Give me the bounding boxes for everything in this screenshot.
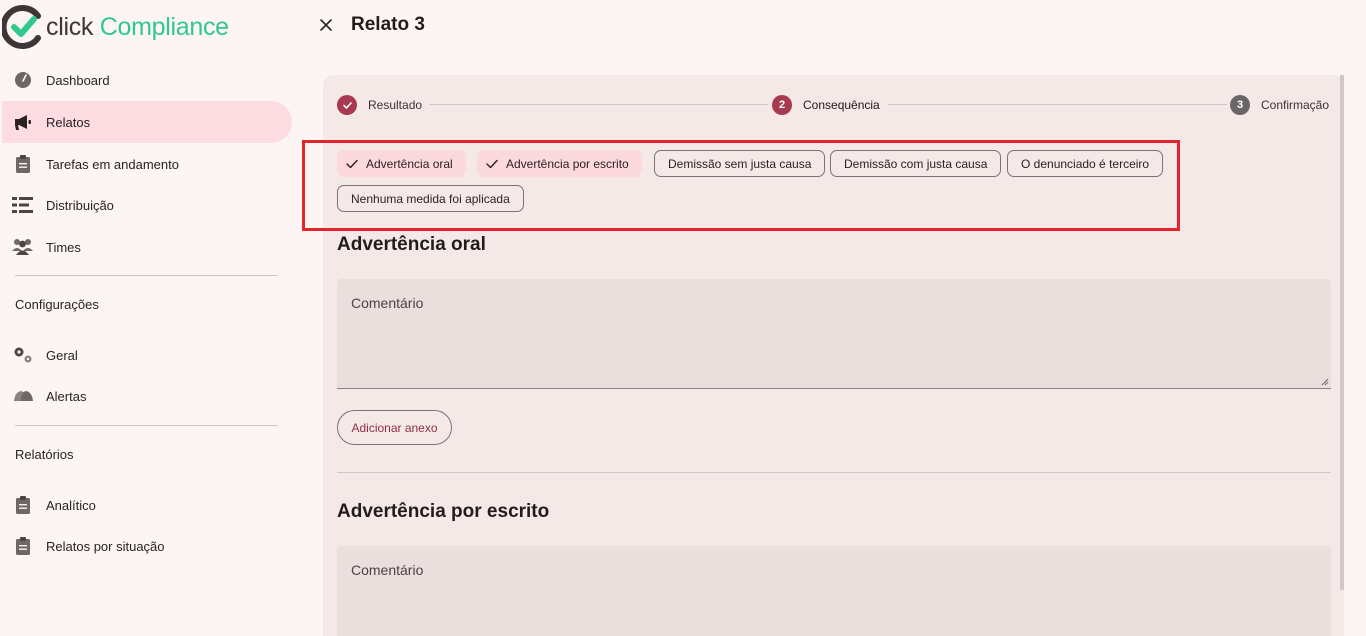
sidebar-item-times[interactable]: Times — [2, 226, 292, 268]
sidebar-item-geral[interactable]: Geral — [2, 334, 292, 376]
chip-demissao-sem-justa-causa[interactable]: Demissão sem justa causa — [654, 150, 826, 177]
check-icon — [346, 159, 358, 168]
step-consequencia[interactable]: 2 Consequência — [772, 94, 880, 116]
logo-text-click: click — [46, 12, 94, 41]
sidebar-item-label: Times — [46, 239, 81, 255]
resize-grip-icon[interactable] — [1321, 378, 1329, 386]
chip-label: Demissão com justa causa — [844, 156, 988, 171]
sidebar-item-relatos-por-situacao[interactable]: Relatos por situação — [2, 525, 292, 567]
step-label: Confirmação — [1261, 98, 1330, 112]
sidebar-item-label: Relatos — [46, 114, 91, 130]
logo-wordmark: click Compliance — [46, 13, 229, 42]
comment-textarea[interactable] — [337, 546, 1331, 636]
logo-mark-icon — [2, 5, 41, 49]
logo-text-compliance: Compliance — [99, 12, 229, 41]
clipboard-icon — [12, 154, 34, 174]
sidebar-item-label: Geral — [46, 347, 78, 363]
megaphone-icon — [12, 112, 34, 132]
step-done-check-icon — [337, 95, 357, 115]
chip-label: Demissão sem justa causa — [668, 156, 812, 171]
clipboard-icon — [12, 495, 34, 515]
chip-label: Advertência oral — [366, 156, 453, 171]
section-divider — [337, 472, 1331, 473]
step-label: Resultado — [368, 98, 423, 112]
bells-icon — [12, 386, 34, 406]
sidebar-item-label: Alertas — [46, 388, 87, 404]
chip-advertencia-oral[interactable]: Advertência oral — [337, 150, 466, 177]
chip-label: Nenhuma medida foi aplicada — [351, 191, 510, 206]
comment-textarea[interactable] — [337, 279, 1331, 388]
gears-icon — [12, 345, 34, 365]
sidebar-item-analitico[interactable]: Analítico — [2, 484, 292, 526]
sidebar-item-distribuicao[interactable]: Distribuição — [2, 184, 292, 226]
check-icon — [486, 159, 498, 168]
sidebar-item-alertas[interactable]: Alertas — [2, 375, 292, 417]
sidebar-item-relatos[interactable]: Relatos — [2, 101, 292, 143]
close-button[interactable] — [316, 15, 336, 35]
step-label: Consequência — [803, 98, 880, 112]
step-number: 3 — [1230, 95, 1250, 115]
people-icon — [12, 237, 34, 257]
step-number: 2 — [772, 95, 792, 115]
chip-denunciado-terceiro[interactable]: O denunciado é terceiro — [1007, 150, 1164, 177]
clipboard-icon — [12, 536, 34, 556]
stepper-connector — [429, 104, 768, 105]
sidebar-item-label: Distribuição — [46, 197, 114, 213]
stepper-connector — [888, 104, 1227, 105]
chip-advertencia-por-escrito[interactable]: Advertência por escrito — [477, 150, 642, 177]
step-resultado[interactable]: Resultado — [337, 94, 422, 116]
sidebar-divider — [15, 425, 278, 426]
section-title-advertencia-por-escrito: Advertência por escrito — [337, 501, 550, 522]
sidebar-item-label: Analítico — [46, 497, 96, 513]
close-icon — [320, 19, 332, 31]
chip-label: O denunciado é terceiro — [1021, 156, 1150, 171]
comment-field[interactable] — [337, 546, 1331, 636]
add-attachment-button[interactable]: Adicionar anexo — [337, 410, 452, 445]
stepper: Resultado 2 Consequência 3 Confirmação — [337, 94, 1331, 118]
sidebar-item-tarefas[interactable]: Tarefas em andamento — [2, 143, 292, 185]
dashboard-gauge-icon — [12, 70, 34, 90]
sidebar-item-dashboard[interactable]: Dashboard — [2, 59, 292, 101]
page-title: Relato 3 — [351, 14, 425, 35]
chip-demissao-com-justa-causa[interactable]: Demissão com justa causa — [830, 150, 1002, 177]
comment-field[interactable] — [337, 279, 1331, 389]
chip-label: Advertência por escrito — [506, 156, 629, 171]
sidebar-item-label: Dashboard — [46, 72, 110, 88]
step-confirmacao[interactable]: 3 Confirmação — [1230, 94, 1329, 116]
sidebar-section-configuracoes: Configurações — [15, 297, 99, 312]
chip-nenhuma-medida[interactable]: Nenhuma medida foi aplicada — [337, 185, 524, 212]
sidebar: click Compliance Dashboard Relatos Taref… — [0, 0, 300, 636]
sidebar-item-label: Tarefas em andamento — [46, 156, 179, 172]
sidebar-item-label: Relatos por situação — [46, 538, 165, 554]
sidebar-section-relatorios: Relatórios — [15, 447, 74, 462]
sidebar-divider — [15, 275, 278, 276]
app-logo[interactable]: click Compliance — [2, 4, 229, 50]
section-title-advertencia-oral: Advertência oral — [337, 234, 486, 255]
scrollbar[interactable] — [1340, 75, 1344, 590]
list-distribution-icon — [12, 195, 34, 215]
